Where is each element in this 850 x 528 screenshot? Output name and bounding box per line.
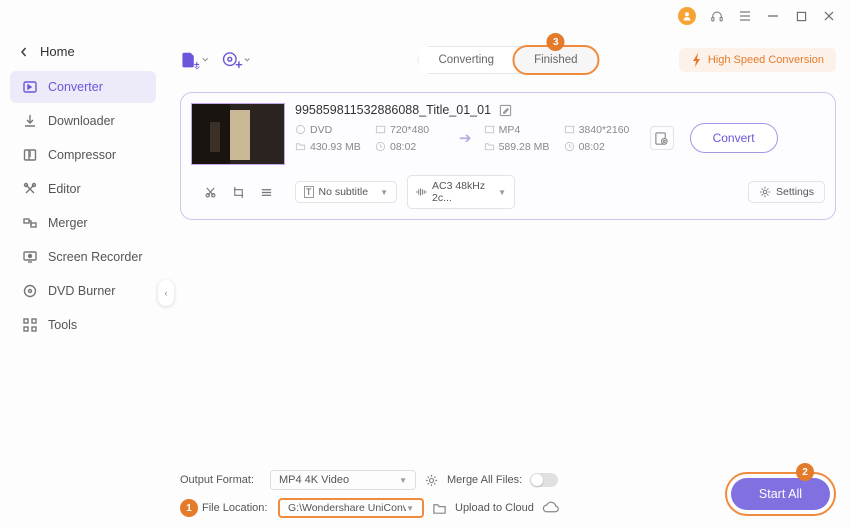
user-avatar[interactable] xyxy=(678,7,696,25)
sidebar-item-converter[interactable]: Converter xyxy=(10,71,156,103)
more-icon[interactable] xyxy=(259,185,273,199)
clock-icon xyxy=(375,141,386,152)
chevron-down-icon: ▼ xyxy=(498,188,506,197)
crop-icon[interactable] xyxy=(231,185,245,199)
sidebar-item-dvd-burner[interactable]: DVD Burner xyxy=(10,275,156,307)
status-tabs: Converting 3 Finished xyxy=(417,46,598,74)
download-icon xyxy=(22,113,38,129)
format-icon xyxy=(484,124,495,135)
high-speed-badge[interactable]: High Speed Conversion xyxy=(679,48,836,72)
home-label: Home xyxy=(40,44,75,59)
upload-label: Upload to Cloud xyxy=(455,502,534,514)
sidebar-item-label: Downloader xyxy=(48,114,115,128)
sidebar-item-merger[interactable]: Merger xyxy=(10,207,156,239)
sidebar-item-label: Editor xyxy=(48,182,81,196)
menu-icon[interactable] xyxy=(738,9,752,23)
file-settings-icon[interactable] xyxy=(650,126,674,150)
minimize-icon[interactable] xyxy=(766,9,780,23)
merge-label: Merge All Files: xyxy=(447,474,522,486)
merge-toggle[interactable] xyxy=(530,473,558,487)
format-settings-icon[interactable] xyxy=(424,473,439,488)
chevron-down-icon: ▼ xyxy=(399,476,407,485)
callout-1: 1 xyxy=(180,499,198,517)
add-dvd-button[interactable]: + xyxy=(222,46,250,74)
maximize-icon[interactable] xyxy=(794,9,808,23)
dim-icon xyxy=(564,124,575,135)
video-thumbnail[interactable] xyxy=(191,103,285,165)
file-card: 995859811532886088_Title_01_01 DVD 720*4… xyxy=(180,92,836,220)
sidebar-item-screen-recorder[interactable]: Screen Recorder xyxy=(10,241,156,273)
open-folder-icon[interactable] xyxy=(432,501,447,516)
file-title: 995859811532886088_Title_01_01 xyxy=(295,103,491,117)
sidebar-item-compressor[interactable]: Compressor xyxy=(10,139,156,171)
tools-icon xyxy=(22,317,38,333)
home-back[interactable]: Home xyxy=(6,38,160,65)
sidebar: Home Converter Downloader Compressor Edi… xyxy=(0,32,166,528)
tab-converting[interactable]: Converting xyxy=(418,47,514,73)
sidebar-item-label: Converter xyxy=(48,80,103,94)
output-format-label: Output Format: xyxy=(180,474,262,486)
file-location-label: File Location: xyxy=(202,502,270,514)
chevron-down-icon: ▼ xyxy=(380,188,388,197)
convert-button[interactable]: Convert xyxy=(690,123,778,153)
sidebar-item-label: Tools xyxy=(48,318,77,332)
subtitle-icon: T xyxy=(304,186,314,198)
close-icon[interactable] xyxy=(822,9,836,23)
headset-icon[interactable] xyxy=(710,9,724,23)
editor-icon xyxy=(22,181,38,197)
sidebar-collapse-handle[interactable]: ‹ xyxy=(158,280,174,306)
callout-2: 2 xyxy=(796,463,814,481)
compressor-icon xyxy=(22,147,38,163)
screen-recorder-icon xyxy=(22,249,38,265)
audio-wave-icon xyxy=(416,187,427,197)
clock-icon xyxy=(564,141,575,152)
dim-icon xyxy=(375,124,386,135)
audio-dropdown[interactable]: AC3 48kHz 2c... ▼ xyxy=(407,175,515,209)
merger-icon xyxy=(22,215,38,231)
tab-finished[interactable]: 3 Finished xyxy=(512,45,599,75)
start-all-button[interactable]: Start All xyxy=(731,478,830,510)
arrow-right-icon: ➔ xyxy=(459,129,472,147)
output-format-dropdown[interactable]: MP4 4K Video ▼ xyxy=(270,470,416,490)
subtitle-dropdown[interactable]: T No subtitle ▼ xyxy=(295,181,397,203)
sidebar-item-label: DVD Burner xyxy=(48,284,115,298)
callout-3: 3 xyxy=(547,33,565,51)
sidebar-item-tools[interactable]: Tools xyxy=(10,309,156,341)
trim-icon[interactable] xyxy=(203,185,217,199)
file-location-dropdown[interactable]: G:\Wondershare UniConverter ▼ xyxy=(278,498,424,518)
start-all-highlight: 2 Start All xyxy=(725,472,836,516)
lightning-icon xyxy=(691,53,703,67)
chevron-left-icon xyxy=(20,46,28,58)
cloud-upload-icon[interactable] xyxy=(542,501,557,516)
add-file-button[interactable]: + xyxy=(180,46,208,74)
sidebar-item-editor[interactable]: Editor xyxy=(10,173,156,205)
settings-button[interactable]: Settings xyxy=(748,181,825,203)
sidebar-item-downloader[interactable]: Downloader xyxy=(10,105,156,137)
sidebar-item-label: Compressor xyxy=(48,148,116,162)
edit-title-icon[interactable] xyxy=(499,104,512,117)
svg-text:+: + xyxy=(194,60,200,71)
dvd-icon xyxy=(22,283,38,299)
gear-icon xyxy=(759,186,771,198)
main-panel: + + Converting 3 Finished High Speed Con… xyxy=(166,32,850,528)
chevron-down-icon: ▼ xyxy=(406,504,414,513)
converter-icon xyxy=(22,79,38,95)
folder-icon xyxy=(484,141,495,152)
folder-icon xyxy=(295,141,306,152)
disc-icon xyxy=(295,124,306,135)
sidebar-item-label: Merger xyxy=(48,216,88,230)
sidebar-item-label: Screen Recorder xyxy=(48,250,143,264)
